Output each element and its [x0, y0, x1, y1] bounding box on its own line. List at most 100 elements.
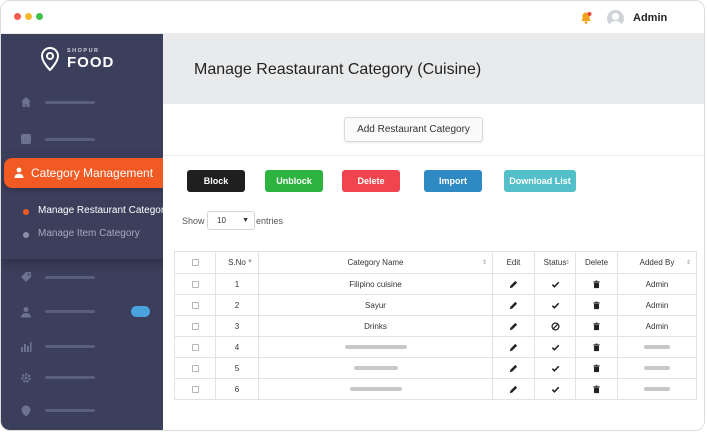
edit-cell[interactable] — [492, 357, 535, 379]
column-header-added-by[interactable]: Added By ⇕ — [617, 251, 697, 274]
table-row[interactable]: 6 — [174, 378, 697, 400]
admin-name[interactable]: Admin — [633, 12, 667, 24]
table-row[interactable]: 3 Drinks Admin — [174, 315, 697, 337]
row-select-cell[interactable] — [174, 294, 216, 316]
minimize-window-dot[interactable] — [25, 13, 32, 20]
delete-cell[interactable] — [575, 357, 618, 379]
edit-cell[interactable] — [492, 315, 535, 337]
placeholder-bar — [644, 345, 670, 350]
edit-cell[interactable] — [492, 294, 535, 316]
status-cell[interactable] — [534, 273, 576, 295]
edit-cell[interactable] — [492, 378, 535, 400]
status-cell[interactable] — [534, 336, 576, 358]
pencil-icon[interactable] — [509, 384, 518, 393]
trash-icon[interactable] — [592, 300, 601, 309]
ban-icon[interactable] — [550, 321, 560, 331]
trash-icon[interactable] — [592, 363, 601, 372]
unblock-button[interactable]: Unblock — [265, 170, 323, 192]
sidebar-item-placeholder[interactable] — [45, 276, 95, 279]
tag-icon[interactable] — [20, 271, 32, 283]
add-restaurant-category-button[interactable]: Add Restaurant Category — [344, 117, 483, 142]
status-cell[interactable] — [534, 378, 576, 400]
status-cell[interactable] — [534, 357, 576, 379]
table-row[interactable]: 5 — [174, 357, 697, 379]
sidebar-item-placeholder[interactable] — [45, 345, 95, 348]
added-by-cell: Admin — [617, 315, 697, 337]
column-header-status[interactable]: Status ⇕ — [534, 251, 576, 274]
select-all-checkbox[interactable] — [191, 259, 199, 267]
bar-chart-icon[interactable] — [20, 341, 32, 353]
row-checkbox[interactable] — [191, 322, 199, 330]
check-icon[interactable] — [551, 300, 560, 309]
row-checkbox[interactable] — [191, 364, 199, 372]
edit-cell[interactable] — [492, 336, 535, 358]
category-name-cell: Sayur — [258, 294, 493, 316]
row-select-cell[interactable] — [174, 273, 216, 295]
placeholder-bar — [644, 366, 670, 371]
row-select-cell[interactable] — [174, 336, 216, 358]
trash-icon[interactable] — [592, 321, 601, 330]
caret-down-icon: ▼ — [242, 217, 249, 224]
trash-icon[interactable] — [592, 279, 601, 288]
delete-cell[interactable] — [575, 336, 618, 358]
placeholder-bar — [644, 387, 670, 392]
status-cell[interactable] — [534, 315, 576, 337]
pencil-icon[interactable] — [509, 279, 518, 288]
sidebar-item-placeholder[interactable] — [45, 409, 95, 412]
category-management-menu[interactable]: Category Management — [4, 158, 182, 188]
row-checkbox[interactable] — [191, 280, 199, 288]
check-icon[interactable] — [551, 279, 560, 288]
table-row[interactable]: 1 Filipino cuisine Admin — [174, 273, 697, 295]
trash-icon[interactable] — [592, 384, 601, 393]
check-icon[interactable] — [551, 342, 560, 351]
table-row[interactable]: 4 — [174, 336, 697, 358]
row-checkbox[interactable] — [191, 385, 199, 393]
sidebar-item-placeholder[interactable] — [45, 138, 95, 141]
avatar[interactable] — [607, 10, 624, 27]
add-area: Add Restaurant Category — [163, 104, 704, 156]
home-icon[interactable] — [20, 96, 32, 108]
close-window-dot[interactable] — [14, 13, 21, 20]
row-select-cell[interactable] — [174, 378, 216, 400]
bell-icon[interactable] — [579, 11, 593, 25]
row-checkbox[interactable] — [191, 343, 199, 351]
category-name-cell: Filipino cuisine — [258, 273, 493, 295]
trash-icon[interactable] — [592, 342, 601, 351]
entries-select[interactable]: 10 ▼ — [207, 211, 255, 230]
download-list-button[interactable]: Download List — [504, 170, 576, 192]
pencil-icon[interactable] — [509, 321, 518, 330]
user-icon — [14, 167, 24, 178]
pencil-icon[interactable] — [509, 300, 518, 309]
row-select-cell[interactable] — [174, 357, 216, 379]
toggle-switch[interactable] — [131, 306, 150, 317]
status-cell[interactable] — [534, 294, 576, 316]
delete-cell[interactable] — [575, 273, 618, 295]
delete-cell[interactable] — [575, 315, 618, 337]
serial-number-cell: 4 — [215, 336, 259, 358]
check-icon[interactable] — [551, 384, 560, 393]
row-checkbox[interactable] — [191, 301, 199, 309]
pencil-icon[interactable] — [509, 363, 518, 372]
column-header-name[interactable]: Category Name ⇕ — [258, 251, 493, 274]
delete-button[interactable]: Delete — [342, 170, 400, 192]
row-select-cell[interactable] — [174, 315, 216, 337]
delete-cell[interactable] — [575, 378, 618, 400]
sidebar-item-placeholder[interactable] — [45, 376, 95, 379]
edit-cell[interactable] — [492, 273, 535, 295]
delete-cell[interactable] — [575, 294, 618, 316]
select-all-header[interactable] — [174, 251, 216, 274]
user-icon[interactable] — [20, 306, 32, 318]
pencil-icon[interactable] — [509, 342, 518, 351]
serial-number-cell: 1 — [215, 273, 259, 295]
check-icon[interactable] — [551, 363, 560, 372]
square-icon[interactable] — [20, 133, 32, 145]
import-button[interactable]: Import — [424, 170, 482, 192]
table-row[interactable]: 2 Sayur Admin — [174, 294, 697, 316]
sidebar-item-placeholder[interactable] — [45, 310, 95, 313]
maximize-window-dot[interactable] — [36, 13, 43, 20]
location-icon[interactable] — [20, 405, 32, 417]
block-button[interactable]: Block — [187, 170, 245, 192]
sidebar-item-placeholder[interactable] — [45, 101, 95, 104]
column-header-sno[interactable]: S.No ▼ — [215, 251, 259, 274]
gear-icon[interactable] — [20, 372, 32, 384]
